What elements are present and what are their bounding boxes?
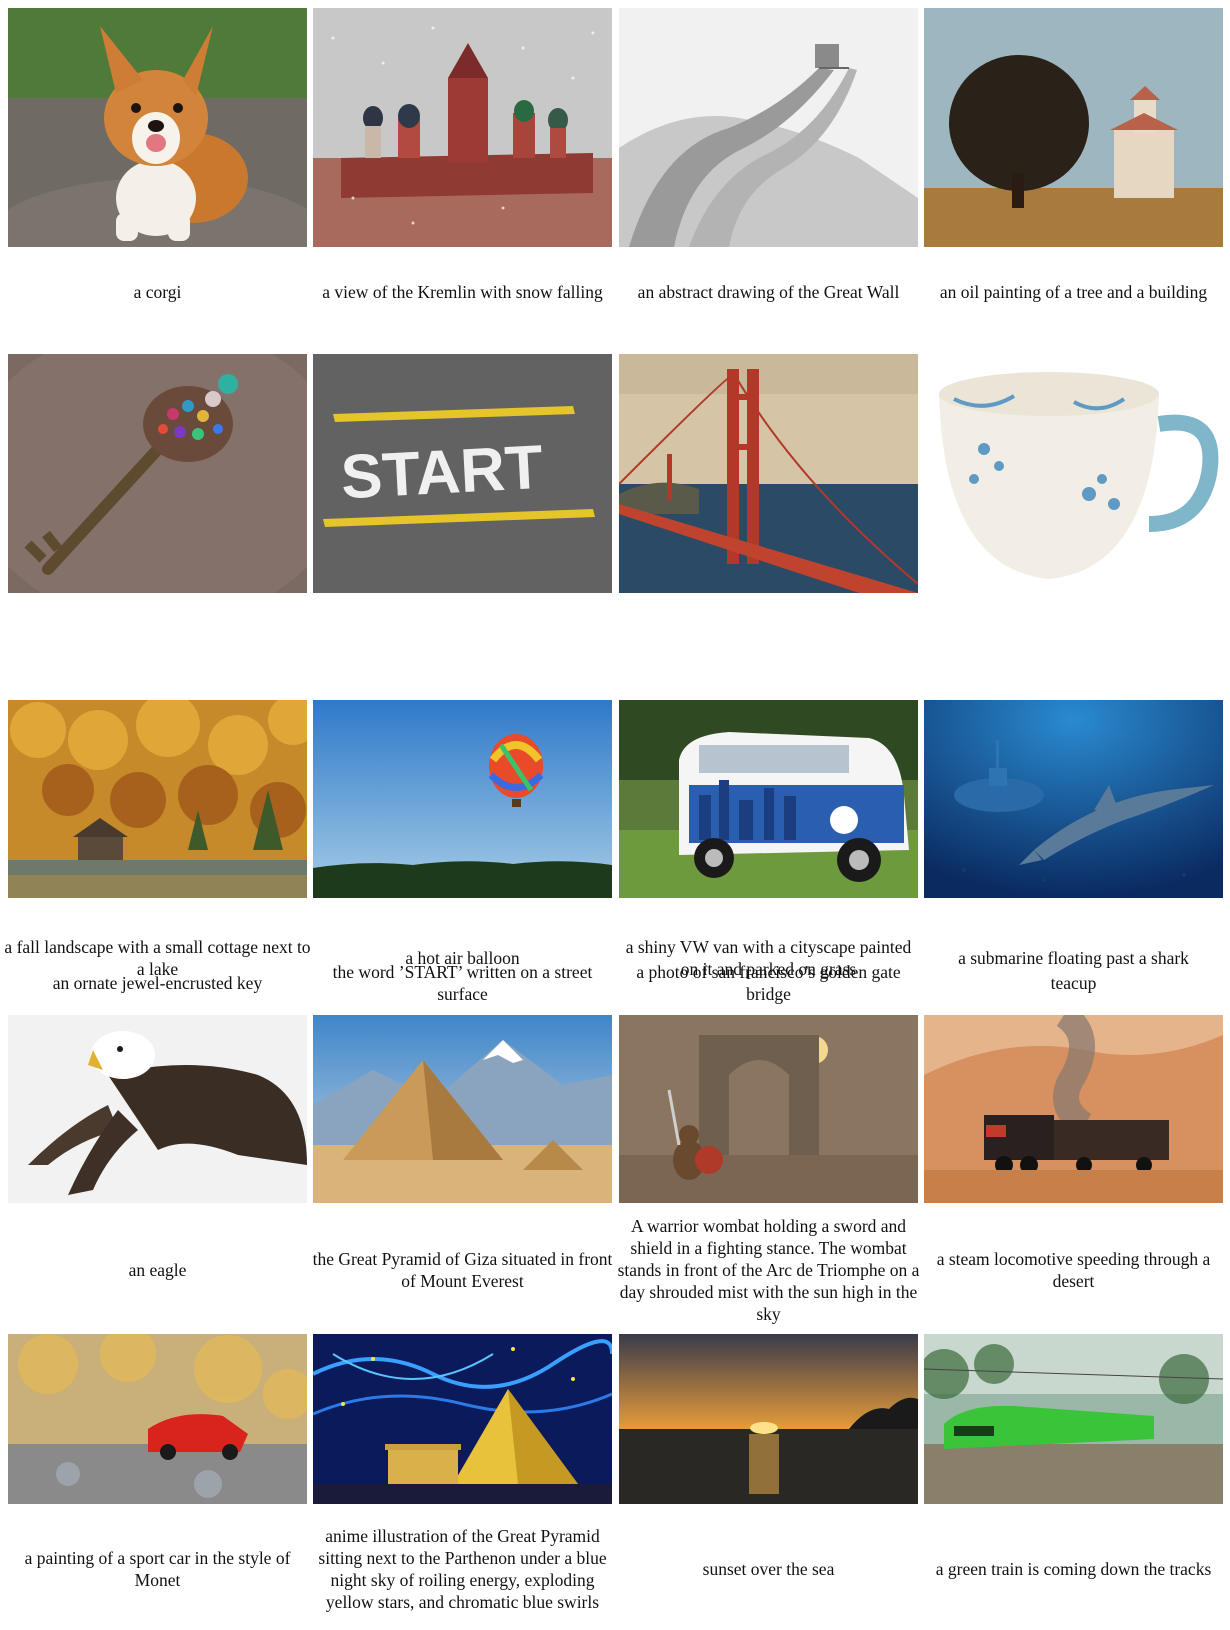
image-caption-grid: a corgi a view of the Kremlin with snow … (0, 0, 1230, 1630)
caption-vw-van: a shiny VW van with a cityscape painted … (625, 936, 912, 979)
vw-van-image (619, 700, 918, 898)
caption-wombat: A warrior wombat holding a sword and shi… (617, 1216, 920, 1324)
green-train-image (924, 1334, 1223, 1504)
key-image (8, 354, 307, 593)
eagle-image (8, 1015, 307, 1203)
start-image: START (313, 354, 612, 593)
sport-car-image (8, 1334, 307, 1504)
caption-pyramid-everest: the Great Pyramid of Giza situated in fr… (312, 1249, 613, 1291)
caption-corgi: a corgi (133, 282, 182, 302)
corgi-image (8, 8, 307, 247)
fall-cottage-image (8, 700, 307, 898)
balloon-image (313, 700, 612, 898)
caption-locomotive: a steam locomotive speeding through a de… (936, 1249, 1211, 1291)
caption-sport-car: a painting of a sport car in the style o… (24, 1548, 291, 1590)
golden-gate-image (619, 354, 918, 593)
great-wall-image (619, 8, 918, 247)
caption-tree-building: an oil painting of a tree and a building (939, 282, 1208, 302)
caption-kremlin: a view of the Kremlin with snow falling (322, 282, 603, 302)
caption-eagle: an eagle (128, 1260, 187, 1280)
caption-green-train: a green train is coming down the tracks (935, 1559, 1212, 1579)
caption-great-wall: an abstract drawing of the Great Wall (637, 282, 900, 302)
locomotive-image (924, 1015, 1223, 1203)
pyramid-everest-image (313, 1015, 612, 1203)
wombat-image (619, 1015, 918, 1203)
caption-submarine: a submarine floating past a shark (958, 947, 1189, 968)
tree-building-image (924, 8, 1223, 247)
caption-sunset: sunset over the sea (702, 1559, 835, 1579)
sunset-image (619, 1334, 918, 1504)
caption-fall-cottage: a fall landscape with a small cottage ne… (4, 936, 311, 979)
submarine-image (924, 700, 1223, 898)
caption-anime-pyramid: anime illustration of the Great Pyramid … (318, 1526, 607, 1612)
teacup-image (924, 354, 1223, 593)
kremlin-image (313, 8, 612, 247)
caption-balloon: a hot air balloon (405, 947, 520, 968)
start-road-text: START (339, 433, 545, 512)
anime-pyramid-image (313, 1334, 612, 1504)
